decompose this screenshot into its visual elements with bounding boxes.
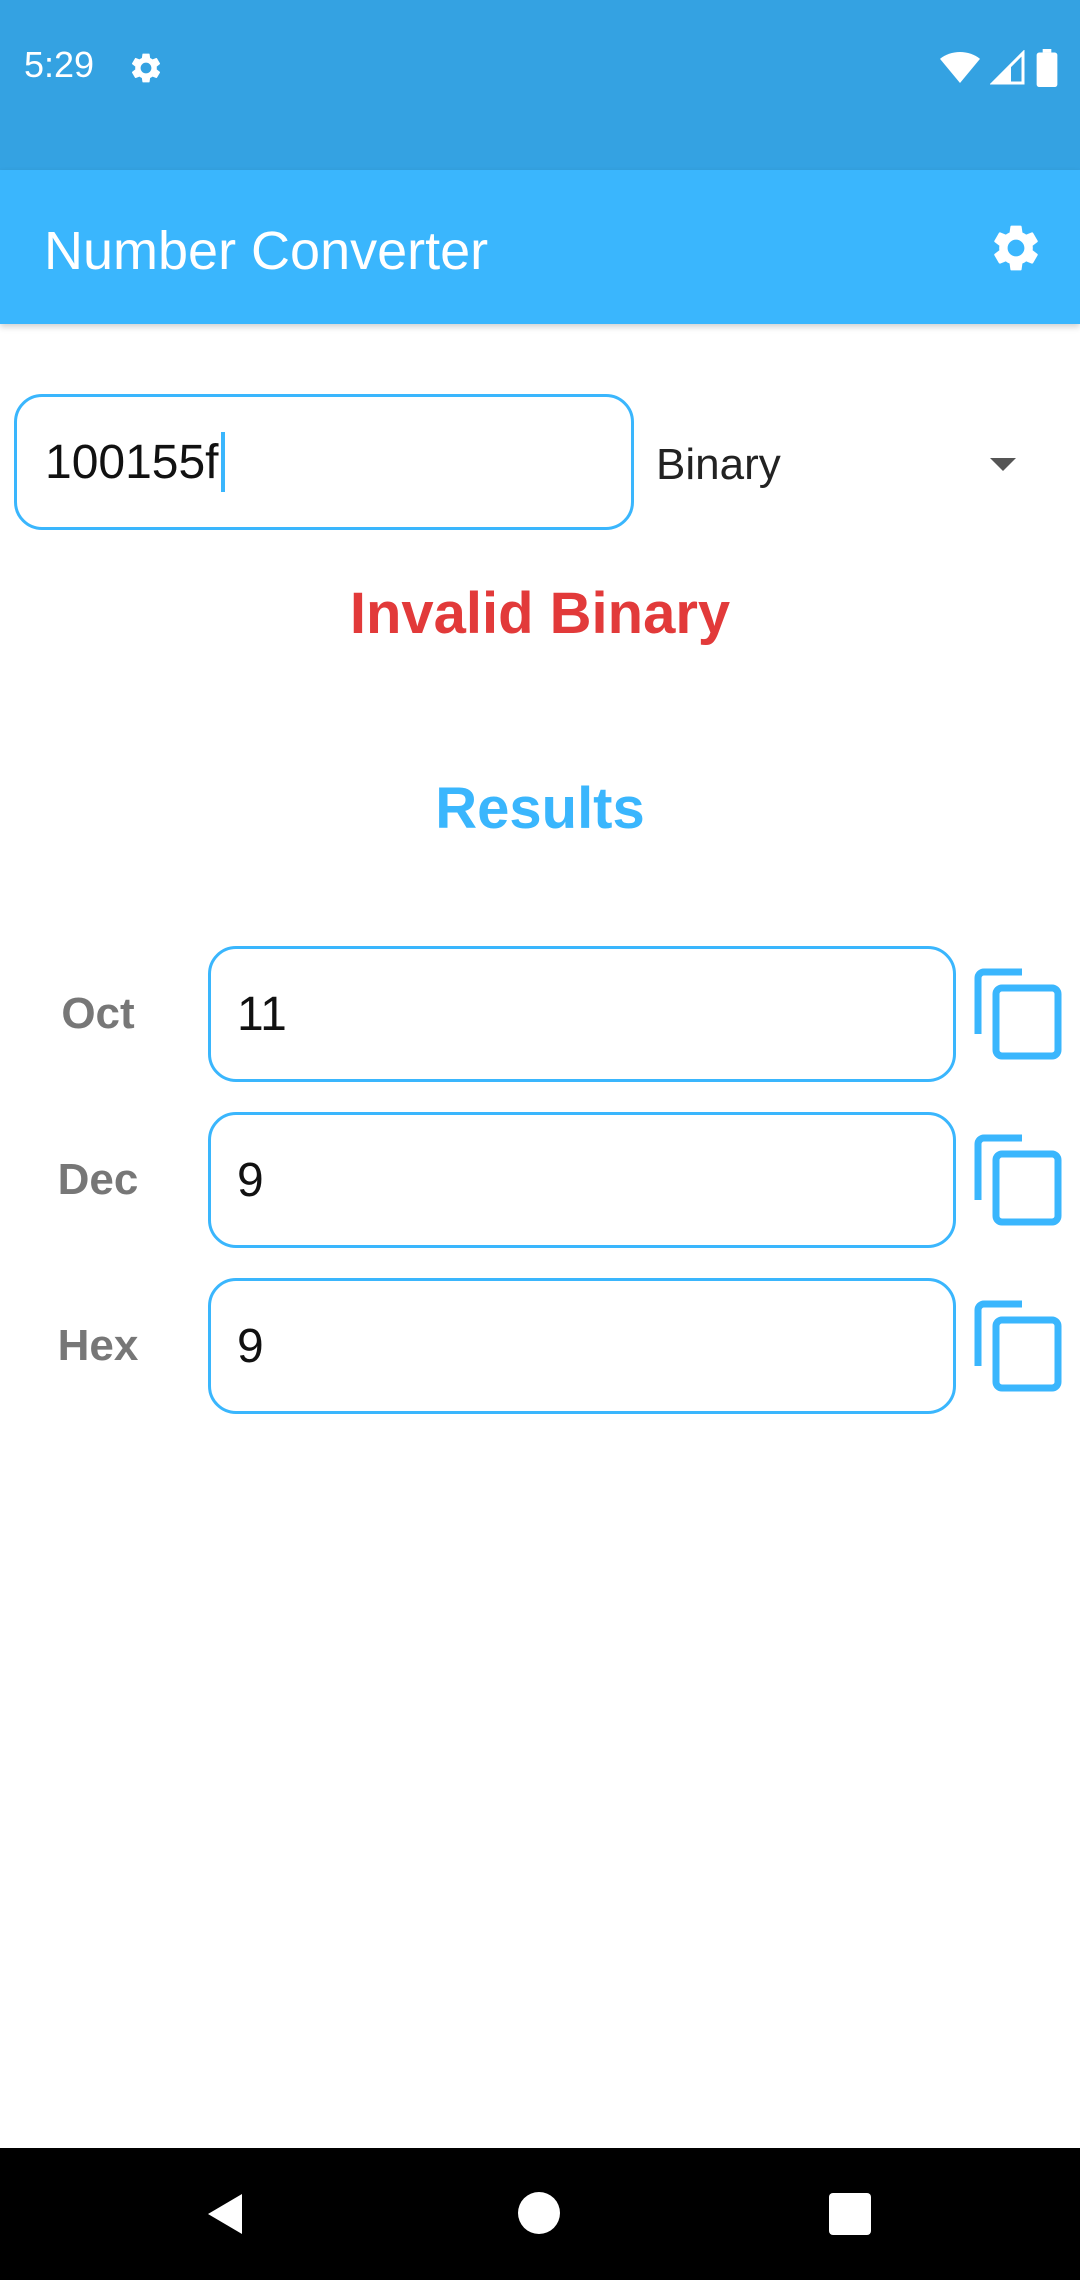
copy-icon[interactable] (974, 1300, 1064, 1392)
copy-icon[interactable] (974, 968, 1064, 1060)
status-bar: 5:29 (0, 0, 1080, 170)
hex-value: 9 (237, 1319, 264, 1373)
base-dropdown-value: Binary (656, 440, 781, 489)
results-title: Results (435, 776, 645, 841)
error-message: Invalid Binary (349, 581, 731, 646)
base-dropdown[interactable]: Binary (656, 420, 1056, 510)
battery-icon (1036, 49, 1058, 87)
result-label: Hex (57, 1321, 139, 1370)
copy-icon[interactable] (974, 1134, 1064, 1226)
status-icons (940, 48, 1058, 88)
dec-value: 9 (237, 1153, 264, 1207)
result-row-oct: Oct 11 (0, 946, 1080, 1082)
result-row-dec: Dec 9 (0, 1112, 1080, 1248)
recents-icon[interactable] (829, 2193, 871, 2235)
number-input[interactable]: 100155f (14, 394, 634, 530)
back-icon[interactable] (202, 2190, 250, 2238)
oct-output-field[interactable]: 11 (208, 946, 956, 1082)
status-time: 5:29 (24, 44, 95, 85)
gear-icon (131, 53, 161, 83)
dec-output-field[interactable]: 9 (208, 1112, 956, 1248)
home-icon[interactable] (518, 2192, 560, 2234)
result-label: Dec (57, 1155, 139, 1204)
number-input-value: 100155f (45, 435, 219, 489)
screen: 5:29 Number Converter 100155f Binary Inv… (0, 0, 1080, 2280)
settings-icon[interactable] (988, 220, 1044, 276)
oct-value: 11 (237, 987, 287, 1041)
dropdown-arrow-icon (990, 458, 1016, 471)
text-cursor (220, 432, 225, 492)
result-label: Oct (61, 989, 135, 1038)
app-title: Number Converter (44, 221, 489, 281)
hex-output-field[interactable]: 9 (208, 1278, 956, 1414)
signal-icon (990, 50, 1025, 85)
result-row-hex: Hex 9 (0, 1278, 1080, 1414)
navigation-bar (0, 2148, 1080, 2280)
wifi-icon (940, 52, 980, 83)
app-bar: Number Converter (0, 170, 1080, 324)
